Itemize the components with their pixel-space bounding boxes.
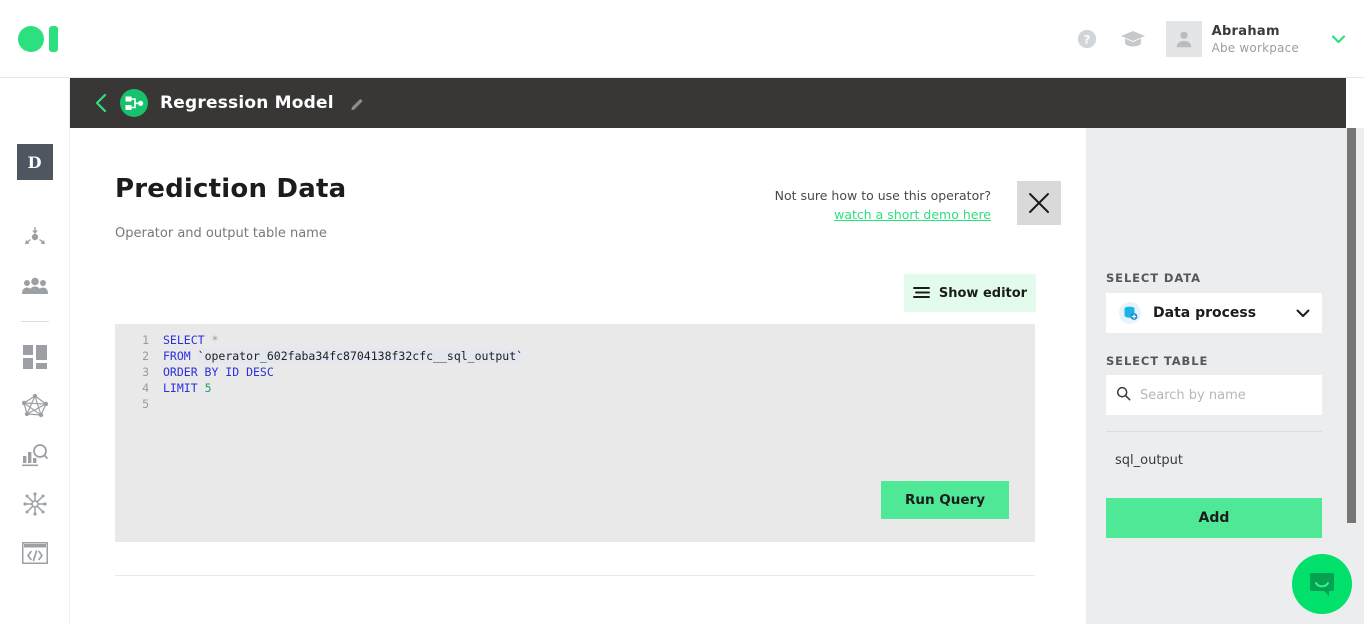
select-data-value: Data process — [1153, 305, 1257, 321]
demo-link[interactable]: watch a short demo here — [775, 205, 991, 224]
line-number: 1 — [142, 333, 149, 347]
code-line: 5 — [115, 396, 1035, 412]
list-item[interactable]: sql_output — [1106, 446, 1322, 474]
code-line: 2 FROM `operator_602faba34fc8704138f32cf… — [115, 348, 1035, 364]
user-name: Abraham — [1211, 23, 1280, 39]
logo-bar-icon — [49, 26, 58, 52]
show-editor-button[interactable]: Show editor — [904, 274, 1036, 312]
analytics-search-icon[interactable] — [0, 430, 70, 479]
data-import-icon[interactable] — [0, 212, 70, 261]
chevron-down-icon[interactable] — [1331, 34, 1346, 44]
search-icon — [1116, 386, 1131, 405]
content-divider — [115, 575, 1035, 576]
svg-text:?: ? — [1083, 33, 1090, 47]
code-content: FROM `operator_602faba34fc8704138f32cfc_… — [163, 348, 524, 364]
add-button[interactable]: Add — [1106, 498, 1322, 538]
select-data-dropdown[interactable]: Data process — [1106, 293, 1322, 333]
sql-keyword: FROM — [163, 349, 191, 363]
right-panel: SELECT DATA Data process SELECT TABLE Se… — [1086, 128, 1364, 624]
sql-table-name: `operator_602faba34fc8704138f32cfc__sql_… — [197, 349, 524, 363]
app-logo[interactable] — [18, 26, 58, 52]
page-title: Prediction Data — [115, 174, 347, 204]
sql-keyword: SELECT — [163, 333, 205, 347]
select-table-label: SELECT TABLE — [1106, 354, 1209, 368]
top-bar-actions: ? Abraham Abe workpace — [1064, 0, 1346, 78]
chevron-left-icon[interactable] — [94, 93, 108, 113]
code-line: 4 LIMIT 5 — [115, 380, 1035, 396]
help-circle-icon[interactable]: ? — [1064, 0, 1110, 78]
user-info: Abraham Abe workpace — [1212, 24, 1299, 55]
line-number: 5 — [142, 397, 149, 411]
vertical-scrollbar[interactable] — [1347, 128, 1356, 523]
code-window-icon[interactable] — [0, 528, 70, 577]
select-data-label: SELECT DATA — [1106, 271, 1201, 285]
search-input[interactable] — [1140, 387, 1312, 403]
logo-circle-icon — [18, 26, 44, 52]
network-graph-icon[interactable] — [0, 381, 70, 430]
sql-number: 5 — [204, 381, 212, 395]
model-flow-icon — [120, 89, 148, 117]
top-bar: ? Abraham Abe workpace — [0, 0, 1364, 78]
code-content: SELECT * — [163, 332, 218, 348]
code-line: 3 ORDER BY ID DESC — [115, 364, 1035, 380]
dashboard-grid-icon[interactable] — [0, 332, 70, 381]
chevron-down-icon[interactable] — [1296, 309, 1310, 318]
sql-star: * — [211, 333, 219, 347]
sidebar-workspace-badge[interactable]: D — [16, 144, 53, 180]
help-block: Not sure how to use this operator? watch… — [775, 186, 991, 225]
close-icon — [1029, 193, 1049, 213]
table-search-box[interactable] — [1106, 375, 1322, 415]
show-editor-label: Show editor — [938, 285, 1028, 301]
close-button[interactable] — [1017, 181, 1061, 225]
sql-code[interactable]: 1 SELECT * 2 FROM `operator_602faba34fc8… — [115, 332, 1035, 412]
neural-brain-icon[interactable] — [0, 479, 70, 528]
sql-keyword: LIMIT — [163, 381, 198, 395]
main-content: Prediction Data Operator and output tabl… — [70, 128, 1086, 624]
database-add-icon — [1118, 301, 1142, 325]
run-query-button[interactable]: Run Query — [881, 481, 1009, 519]
editor-lines-icon — [912, 284, 930, 303]
user-menu[interactable]: Abraham Abe workpace — [1165, 21, 1346, 57]
graduation-cap-icon[interactable] — [1110, 0, 1156, 78]
user-workspace: Abe workpace — [1211, 40, 1299, 55]
pencil-icon[interactable] — [350, 96, 365, 111]
model-title: Regression Model — [160, 93, 334, 113]
app-root: ? Abraham Abe workpace Regression Model … — [0, 0, 1364, 624]
page-subtitle: Operator and output table name — [115, 226, 327, 241]
sql-keyword: ORDER BY ID DESC — [163, 365, 274, 379]
line-number: 3 — [142, 365, 149, 379]
chat-bubble-button[interactable] — [1292, 554, 1352, 614]
sql-editor[interactable]: 1 SELECT * 2 FROM `operator_602faba34fc8… — [115, 324, 1035, 542]
help-question: Not sure how to use this operator? — [774, 188, 991, 203]
people-icon[interactable] — [0, 261, 70, 310]
code-line: 1 SELECT * — [115, 332, 1035, 348]
panel-divider — [1106, 431, 1322, 432]
line-number: 4 — [142, 381, 149, 395]
code-content: ORDER BY ID DESC — [163, 364, 274, 380]
avatar — [1165, 21, 1202, 57]
left-sidebar: D — [0, 78, 70, 624]
model-header-bar: Regression Model — [70, 78, 1346, 128]
chat-bubble-icon — [1310, 573, 1334, 596]
code-content: LIMIT 5 — [163, 380, 212, 396]
line-number: 2 — [142, 349, 149, 363]
sidebar-divider — [20, 321, 49, 322]
